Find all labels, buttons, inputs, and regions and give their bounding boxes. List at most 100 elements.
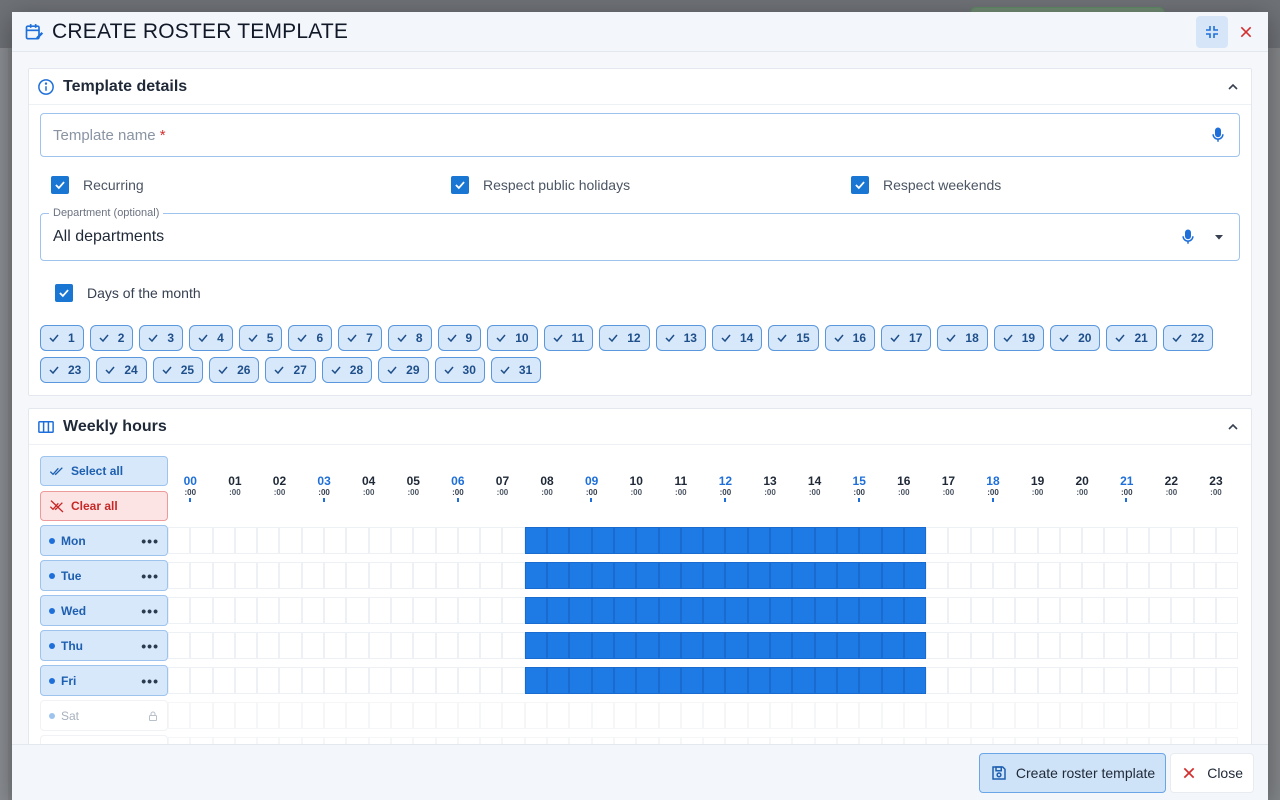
time-cell[interactable] xyxy=(257,632,280,659)
time-cell[interactable] xyxy=(547,597,570,624)
time-cell[interactable] xyxy=(1126,597,1150,624)
template-details-header[interactable]: Template details xyxy=(29,69,1251,105)
time-cell[interactable] xyxy=(279,667,302,694)
time-cell[interactable] xyxy=(279,632,302,659)
time-cell[interactable] xyxy=(1059,632,1083,659)
time-cell[interactable] xyxy=(992,667,1016,694)
time-cell[interactable] xyxy=(1126,667,1150,694)
time-cell[interactable] xyxy=(1059,527,1083,554)
time-cell[interactable] xyxy=(524,667,548,694)
time-cell[interactable] xyxy=(301,527,325,554)
time-cell[interactable] xyxy=(903,597,927,624)
time-cell[interactable] xyxy=(547,667,570,694)
minimize-button[interactable] xyxy=(1196,16,1228,48)
time-cell[interactable] xyxy=(1171,562,1194,589)
time-cell[interactable] xyxy=(703,527,726,554)
time-cell[interactable] xyxy=(569,562,592,589)
day-chip-15[interactable]: 15 xyxy=(768,325,819,351)
time-cell[interactable] xyxy=(480,527,503,554)
time-cell[interactable] xyxy=(636,667,659,694)
day-chip-29[interactable]: 29 xyxy=(378,357,429,383)
time-cell[interactable] xyxy=(301,597,325,624)
time-cell[interactable] xyxy=(970,527,993,554)
time-cell[interactable] xyxy=(168,667,191,694)
time-cell[interactable] xyxy=(613,597,637,624)
time-cell[interactable] xyxy=(1015,667,1038,694)
time-cell[interactable] xyxy=(435,597,458,624)
time-cell[interactable] xyxy=(413,597,436,624)
time-cell[interactable] xyxy=(792,667,815,694)
time-cell[interactable] xyxy=(457,632,481,659)
days-of-month-checkbox[interactable]: Days of the month xyxy=(55,284,201,302)
time-cell[interactable] xyxy=(926,632,949,659)
weekly-hours-header[interactable]: Weekly hours xyxy=(29,409,1251,445)
time-cell[interactable] xyxy=(926,597,949,624)
time-cell[interactable] xyxy=(190,597,213,624)
time-cell[interactable] xyxy=(168,562,191,589)
time-cell[interactable] xyxy=(680,527,704,554)
day-chip-10[interactable]: 10 xyxy=(487,325,538,351)
time-cell[interactable] xyxy=(234,667,258,694)
time-cell[interactable] xyxy=(190,667,213,694)
time-cell[interactable] xyxy=(524,562,548,589)
time-cell[interactable] xyxy=(881,562,904,589)
time-cell[interactable] xyxy=(368,562,391,589)
time-cell[interactable] xyxy=(814,632,837,659)
time-cell[interactable] xyxy=(859,562,882,589)
time-cell[interactable] xyxy=(1215,632,1239,659)
time-cell[interactable] xyxy=(725,632,748,659)
time-cell[interactable] xyxy=(502,562,525,589)
create-roster-template-button[interactable]: Create roster template xyxy=(978,752,1167,793)
time-cell[interactable] xyxy=(1149,667,1172,694)
time-cell[interactable] xyxy=(948,667,971,694)
time-cell[interactable] xyxy=(346,632,369,659)
time-cell[interactable] xyxy=(591,632,614,659)
time-cell[interactable] xyxy=(1082,527,1105,554)
time-cell[interactable] xyxy=(190,527,213,554)
template-name-input[interactable] xyxy=(53,126,1209,144)
time-cell[interactable] xyxy=(502,632,525,659)
time-cell[interactable] xyxy=(1171,632,1194,659)
more-options-icon[interactable]: ••• xyxy=(141,639,159,653)
day-chip-13[interactable]: 13 xyxy=(655,325,706,351)
time-cell[interactable] xyxy=(324,632,347,659)
time-cell[interactable] xyxy=(1059,562,1083,589)
time-cell[interactable] xyxy=(569,632,592,659)
chevron-up-icon[interactable] xyxy=(1225,419,1241,435)
time-cell[interactable] xyxy=(680,632,704,659)
time-cell[interactable] xyxy=(435,527,458,554)
time-cell[interactable] xyxy=(613,562,637,589)
time-cell[interactable] xyxy=(324,597,347,624)
time-cell[interactable] xyxy=(792,562,815,589)
time-cell[interactable] xyxy=(368,597,391,624)
day-chip-11[interactable]: 11 xyxy=(543,325,594,351)
time-cell[interactable] xyxy=(1104,597,1127,624)
time-cell[interactable] xyxy=(368,527,391,554)
time-cell[interactable] xyxy=(658,597,681,624)
time-cell[interactable] xyxy=(859,667,882,694)
time-cell[interactable] xyxy=(725,562,748,589)
time-cell[interactable] xyxy=(390,632,414,659)
time-cell[interactable] xyxy=(836,527,860,554)
time-cell[interactable] xyxy=(747,632,771,659)
time-cell[interactable] xyxy=(524,597,548,624)
time-cell[interactable] xyxy=(636,562,659,589)
time-cell[interactable] xyxy=(346,667,369,694)
time-cell[interactable] xyxy=(301,562,325,589)
time-cell[interactable] xyxy=(435,632,458,659)
time-cell[interactable] xyxy=(926,667,949,694)
time-cell[interactable] xyxy=(257,667,280,694)
time-cell[interactable] xyxy=(747,667,771,694)
day-chip-25[interactable]: 25 xyxy=(152,357,204,383)
time-cell[interactable] xyxy=(770,597,793,624)
time-cell[interactable] xyxy=(1037,632,1060,659)
time-cell[interactable] xyxy=(747,527,771,554)
day-chip-3[interactable]: 3 xyxy=(139,325,184,351)
time-cell[interactable] xyxy=(1082,597,1105,624)
time-cell[interactable] xyxy=(1215,562,1239,589)
more-options-icon[interactable]: ••• xyxy=(141,674,159,688)
day-chip-1[interactable]: 1 xyxy=(40,325,84,351)
select-all-button[interactable]: Select all xyxy=(40,455,168,486)
time-cell[interactable] xyxy=(257,527,280,554)
time-cell[interactable] xyxy=(948,527,971,554)
